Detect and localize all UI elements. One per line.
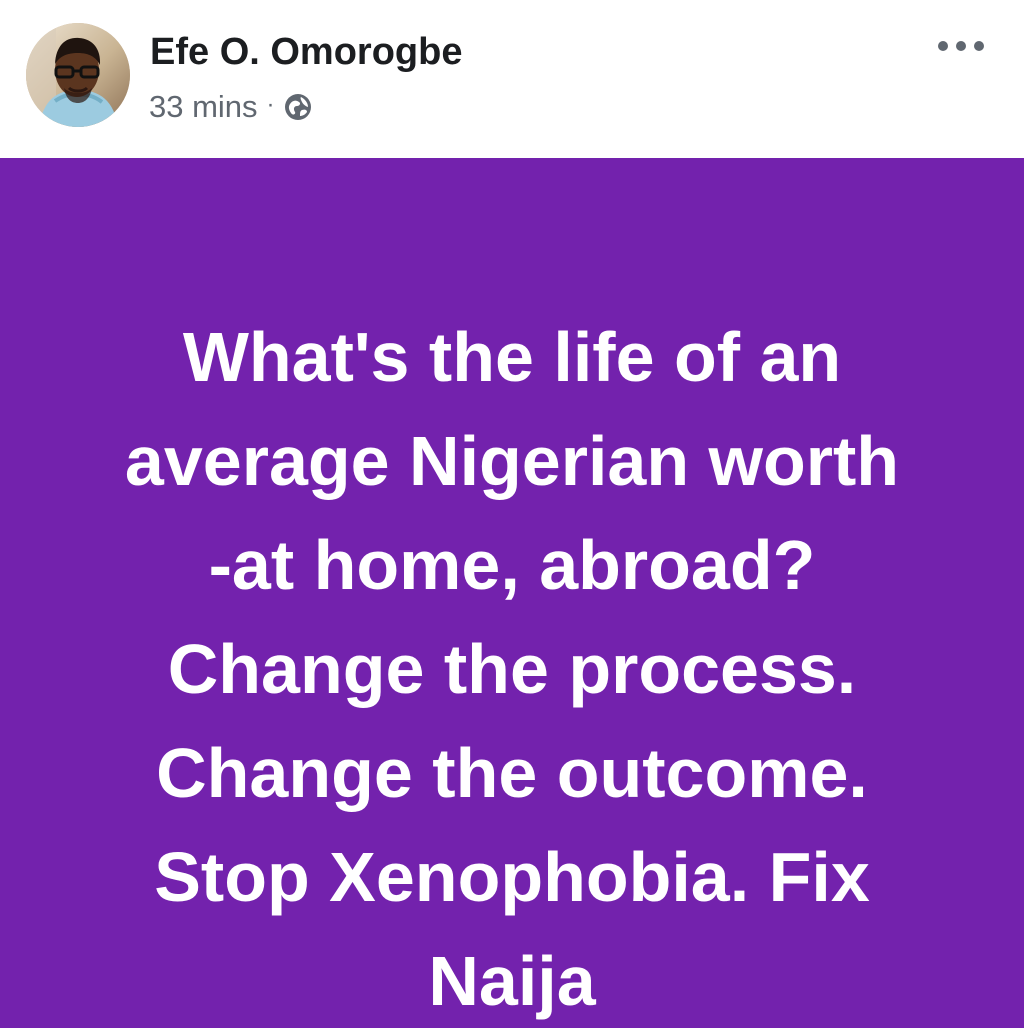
author-name[interactable]: Efe O. Omorogbe [150,29,462,75]
meta-separator: · [266,91,275,118]
post-header: Efe O. Omorogbe 33 mins · [0,0,1024,158]
globe-icon[interactable] [283,92,313,122]
post-timestamp[interactable]: 33 mins [149,86,258,128]
avatar-image [26,23,130,127]
post-meta: 33 mins · [149,86,313,128]
more-options-button[interactable] [926,26,996,66]
post-content: What's the life of an average Nigerian w… [0,158,1024,1028]
avatar[interactable] [26,23,130,127]
more-options-icon [938,41,984,51]
facebook-post: Efe O. Omorogbe 33 mins · What's the lif… [0,0,1024,1028]
post-message: What's the life of an average Nigerian w… [124,318,900,1020]
